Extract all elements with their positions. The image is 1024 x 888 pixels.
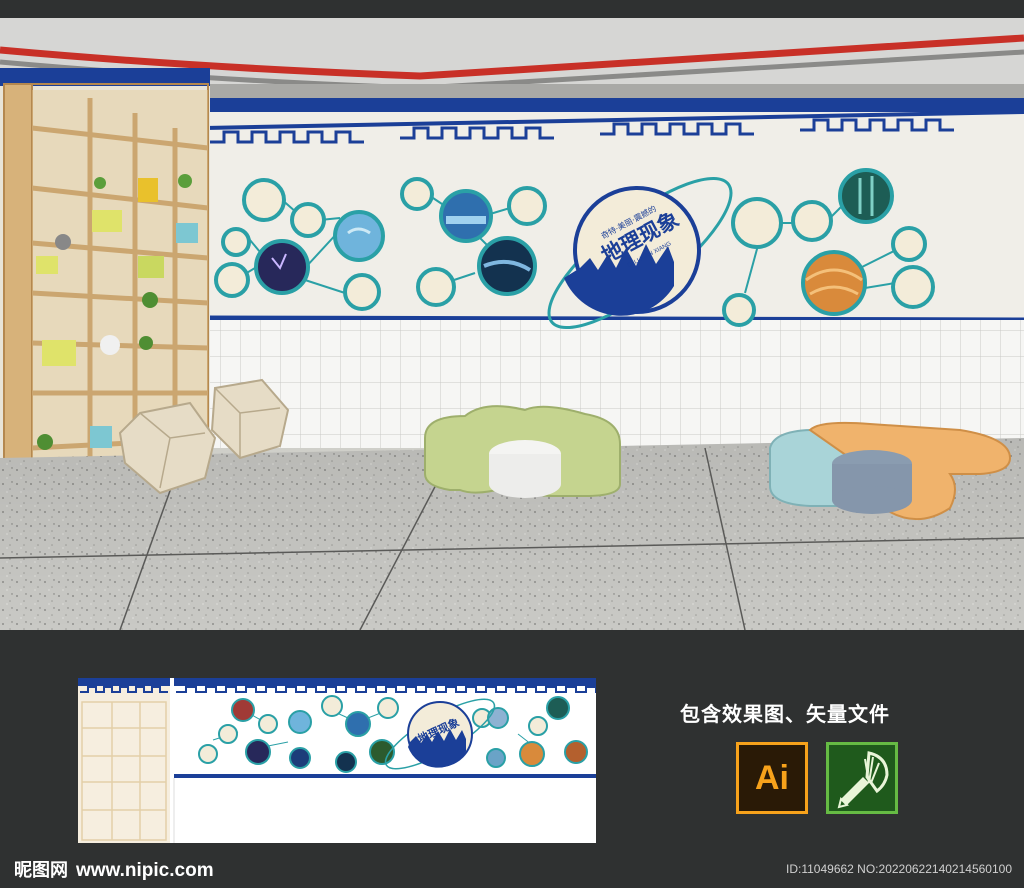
rendering-photo: 奇特·美丽·震撼的 地理现象 DI LI XIAN XIANG <box>0 18 1024 630</box>
contents-caption: 包含效果图、矢量文件 <box>680 702 890 726</box>
brand-name: 昵图网 <box>14 860 68 881</box>
site-brand: 昵图网 www.nipic.com <box>14 856 214 882</box>
coreldraw-file-icon <box>826 742 898 814</box>
image-id: ID:11049662 NO:20220622140214560100 <box>786 862 1012 876</box>
vector-thumbnail: 地理现象 <box>78 678 596 843</box>
ai-badge-label: Ai <box>755 758 789 797</box>
illustrator-file-icon: Ai <box>736 742 808 814</box>
brand-url[interactable]: www.nipic.com <box>76 860 214 881</box>
info-panel: 地理现象 包含效果图、矢量文件 Ai 昵图网 www.nipic.com ID:1… <box>0 630 1024 888</box>
